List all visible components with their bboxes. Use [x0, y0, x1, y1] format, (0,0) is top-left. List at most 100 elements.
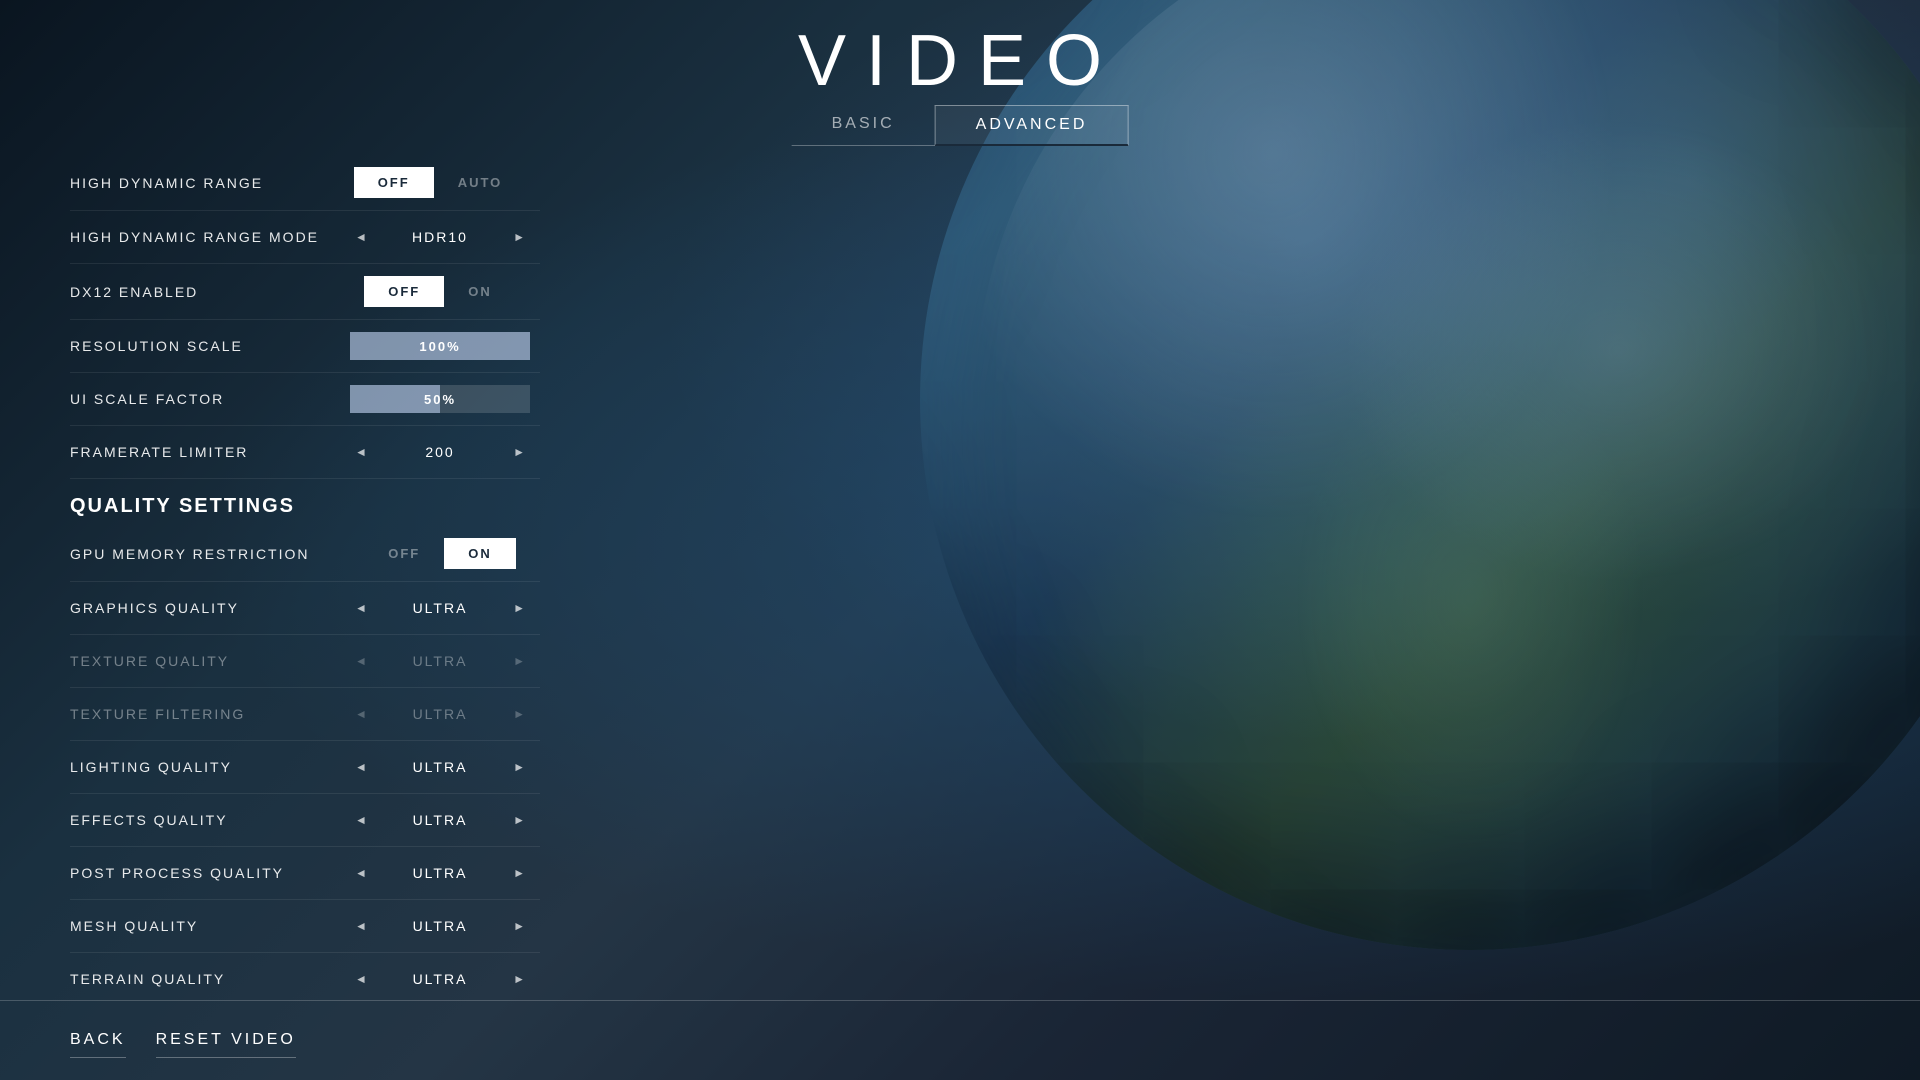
bottom-bar: BACK RESET VIDEO [0, 1000, 1920, 1080]
arrow-texture-quality-left[interactable] [350, 647, 372, 675]
toggle-gpu-memory-off[interactable]: OFF [364, 538, 444, 569]
label-resolution-scale: RESOLUTION SCALE [70, 338, 340, 354]
label-mesh-quality: MESH QUALITY [70, 918, 340, 934]
control-graphics-quality: ULTRA [340, 594, 540, 622]
label-texture-filtering: TEXTURE FILTERING [70, 706, 340, 722]
row-gpu-memory: GPU MEMORY RESTRICTION OFF ON [70, 526, 540, 582]
arrow-post-process-left[interactable] [350, 859, 372, 887]
arrow-lighting-quality-left[interactable] [350, 753, 372, 781]
arrow-mesh-quality-left[interactable] [350, 912, 372, 940]
scroll-container[interactable]: HIGH DYNAMIC RANGE OFF AUTO HIGH DYNAMIC… [70, 155, 550, 990]
arrow-hdr-mode: HDR10 [350, 223, 530, 251]
arrow-texture-quality: ULTRA [350, 647, 530, 675]
row-terrain-quality: TERRAIN QUALITY ULTRA [70, 953, 540, 990]
arrow-framerate: 200 [350, 438, 530, 466]
toggle-dx12-on[interactable]: ON [444, 276, 516, 307]
arrow-texture-filtering: ULTRA [350, 700, 530, 728]
arrow-effects-quality-right[interactable] [508, 806, 530, 834]
arrow-texture-quality-right[interactable] [508, 647, 530, 675]
control-resolution-scale: 100% [340, 332, 540, 360]
arrow-post-process: ULTRA [350, 859, 530, 887]
row-high-dynamic-range: HIGH DYNAMIC RANGE OFF AUTO [70, 155, 540, 211]
control-ui-scale: 50% [340, 385, 540, 413]
label-gpu-memory: GPU MEMORY RESTRICTION [70, 546, 340, 562]
row-dx12: DX12 ENABLED OFF ON [70, 264, 540, 320]
tab-bar: BASIC ADVANCED [792, 105, 1129, 146]
row-resolution-scale: RESOLUTION SCALE 100% [70, 320, 540, 373]
toggle-hdr-auto[interactable]: AUTO [434, 167, 527, 198]
row-texture-filtering: TEXTURE FILTERING ULTRA [70, 688, 540, 741]
value-terrain-quality: ULTRA [400, 971, 480, 987]
tab-advanced[interactable]: ADVANCED [935, 105, 1129, 146]
arrow-lighting-quality-right[interactable] [508, 753, 530, 781]
slider-ui-scale[interactable]: 50% [350, 385, 530, 413]
back-button[interactable]: BACK [70, 1023, 126, 1058]
row-effects-quality: EFFECTS QUALITY ULTRA [70, 794, 540, 847]
slider-ui-scale-track: 50% [350, 385, 530, 413]
label-ui-scale: UI SCALE FACTOR [70, 391, 340, 407]
tab-basic[interactable]: BASIC [792, 105, 935, 146]
control-terrain-quality: ULTRA [340, 965, 540, 990]
arrow-hdr-mode-right[interactable] [508, 223, 530, 251]
value-texture-filtering: ULTRA [400, 706, 480, 722]
label-post-process: POST PROCESS QUALITY [70, 865, 340, 881]
section-quality-label: QUALITY SETTINGS [70, 495, 295, 517]
row-post-process: POST PROCESS QUALITY ULTRA [70, 847, 540, 900]
row-graphics-quality: GRAPHICS QUALITY ULTRA [70, 582, 540, 635]
control-high-dynamic-range: OFF AUTO [340, 167, 540, 198]
row-framerate-limiter: FRAMERATE LIMITER 200 [70, 426, 540, 479]
settings-panel: HIGH DYNAMIC RANGE OFF AUTO HIGH DYNAMIC… [70, 155, 550, 990]
control-texture-filtering: ULTRA [340, 700, 540, 728]
arrow-graphics-quality-right[interactable] [508, 594, 530, 622]
slider-resolution-track: 100% [350, 332, 530, 360]
arrow-graphics-quality: ULTRA [350, 594, 530, 622]
toggle-hdr-off[interactable]: OFF [354, 167, 434, 198]
row-hdr-mode: HIGH DYNAMIC RANGE MODE HDR10 [70, 211, 540, 264]
slider-ui-scale-value: 50% [350, 392, 530, 407]
arrow-terrain-quality: ULTRA [350, 965, 530, 990]
value-graphics-quality: ULTRA [400, 600, 480, 616]
row-texture-quality: TEXTURE QUALITY ULTRA [70, 635, 540, 688]
arrow-mesh-quality-right[interactable] [508, 912, 530, 940]
control-post-process: ULTRA [340, 859, 540, 887]
label-terrain-quality: TERRAIN QUALITY [70, 971, 340, 987]
arrow-effects-quality-left[interactable] [350, 806, 372, 834]
slider-resolution-value: 100% [350, 339, 530, 354]
control-texture-quality: ULTRA [340, 647, 540, 675]
arrow-texture-filtering-left[interactable] [350, 700, 372, 728]
row-mesh-quality: MESH QUALITY ULTRA [70, 900, 540, 953]
arrow-terrain-quality-right[interactable] [508, 965, 530, 990]
reset-video-button[interactable]: RESET VIDEO [156, 1023, 296, 1058]
control-framerate-limiter: 200 [340, 438, 540, 466]
value-effects-quality: ULTRA [400, 812, 480, 828]
control-gpu-memory: OFF ON [340, 538, 540, 569]
arrow-hdr-mode-left[interactable] [350, 223, 372, 251]
arrow-terrain-quality-left[interactable] [350, 965, 372, 990]
label-graphics-quality: GRAPHICS QUALITY [70, 600, 340, 616]
row-lighting-quality: LIGHTING QUALITY ULTRA [70, 741, 540, 794]
arrow-effects-quality: ULTRA [350, 806, 530, 834]
arrow-post-process-right[interactable] [508, 859, 530, 887]
control-dx12: OFF ON [340, 276, 540, 307]
label-framerate-limiter: FRAMERATE LIMITER [70, 444, 340, 460]
toggle-dx12-off[interactable]: OFF [364, 276, 444, 307]
label-texture-quality: TEXTURE QUALITY [70, 653, 340, 669]
value-post-process: ULTRA [400, 865, 480, 881]
toggle-hdr: OFF AUTO [354, 167, 527, 198]
arrow-lighting-quality: ULTRA [350, 753, 530, 781]
control-lighting-quality: ULTRA [340, 753, 540, 781]
slider-resolution[interactable]: 100% [350, 332, 530, 360]
label-lighting-quality: LIGHTING QUALITY [70, 759, 340, 775]
toggle-dx12: OFF ON [364, 276, 516, 307]
value-texture-quality: ULTRA [400, 653, 480, 669]
label-effects-quality: EFFECTS QUALITY [70, 812, 340, 828]
toggle-gpu-memory: OFF ON [364, 538, 516, 569]
arrow-framerate-left[interactable] [350, 438, 372, 466]
value-framerate: 200 [400, 444, 480, 460]
arrow-framerate-right[interactable] [508, 438, 530, 466]
toggle-gpu-memory-on[interactable]: ON [444, 538, 516, 569]
value-mesh-quality: ULTRA [400, 918, 480, 934]
arrow-graphics-quality-left[interactable] [350, 594, 372, 622]
label-hdr-mode: HIGH DYNAMIC RANGE MODE [70, 229, 340, 245]
arrow-texture-filtering-right[interactable] [508, 700, 530, 728]
